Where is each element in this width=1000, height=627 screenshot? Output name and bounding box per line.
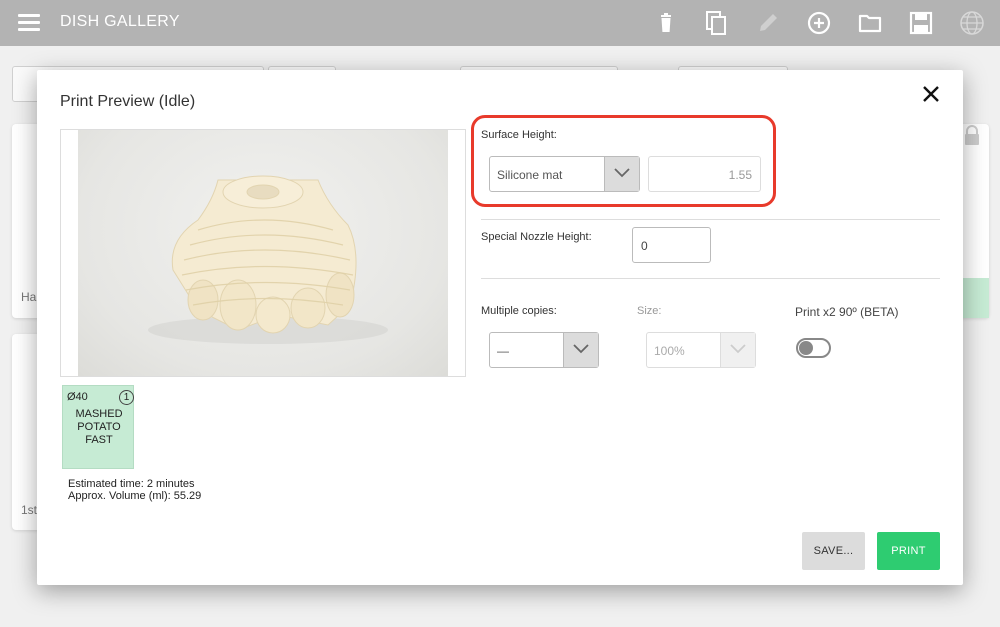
special-nozzle-value: 0 xyxy=(641,239,648,253)
multiple-copies-select[interactable]: — xyxy=(489,332,599,368)
print-x2-toggle[interactable] xyxy=(796,338,831,358)
special-nozzle-field[interactable]: 0 xyxy=(632,227,711,263)
add-circle-icon[interactable] xyxy=(805,9,833,37)
dish-name-line: POTATO xyxy=(77,421,121,433)
dish-preview xyxy=(60,129,466,377)
close-icon[interactable] xyxy=(920,83,942,105)
divider xyxy=(481,219,940,220)
estimated-time: Estimated time: 2 minutes xyxy=(68,478,195,490)
app-title: DISH GALLERY xyxy=(60,13,180,30)
background-card-text: 1st xyxy=(21,503,38,517)
print-button[interactable]: PRINT xyxy=(877,532,940,570)
size-select: 100% xyxy=(646,332,756,368)
size-selected: 100% xyxy=(654,344,685,358)
print-info: Estimated time: 2 minutes Approx. Volume… xyxy=(68,478,201,502)
toggle-knob xyxy=(799,341,813,355)
dish-name: MASHED POTATO FAST xyxy=(63,408,135,447)
dish-name-line: MASHED xyxy=(75,408,123,420)
dish-count-badge: 1 xyxy=(119,390,134,405)
dialog-title: Print Preview (Idle) xyxy=(60,93,196,110)
highlight-annotation xyxy=(471,115,776,207)
folder-icon[interactable] xyxy=(856,9,884,37)
dish-photo xyxy=(78,130,448,376)
background-card-text: Ha xyxy=(21,290,37,304)
print-preview-dialog: Print Preview (Idle) Ø40 1 MASHED POTATO… xyxy=(37,70,963,585)
multiple-copies-selected: — xyxy=(497,344,509,358)
chevron-down-icon xyxy=(563,333,598,367)
divider xyxy=(481,278,940,279)
trash-icon[interactable] xyxy=(652,9,680,37)
pencil-icon[interactable] xyxy=(754,9,782,37)
globe-icon[interactable] xyxy=(958,9,986,37)
multiple-copies-label: Multiple copies: xyxy=(481,305,557,317)
app-bar: DISH GALLERY xyxy=(0,0,1000,46)
size-label: Size: xyxy=(637,305,662,317)
save-icon[interactable] xyxy=(907,9,935,37)
copy-icon[interactable] xyxy=(702,9,730,37)
dish-size: Ø40 xyxy=(67,391,88,403)
lock-icon xyxy=(962,124,982,146)
menu-icon[interactable] xyxy=(18,14,40,32)
approx-volume: Approx. Volume (ml): 55.29 xyxy=(68,490,202,502)
special-nozzle-label: Special Nozzle Height: xyxy=(481,231,592,243)
chevron-down-icon xyxy=(720,333,755,367)
print-x2-label: Print x2 90º (BETA) xyxy=(795,305,899,319)
save-button[interactable]: SAVE... xyxy=(802,532,865,570)
dish-tile[interactable]: Ø40 1 MASHED POTATO FAST xyxy=(62,385,134,469)
dish-name-line: FAST xyxy=(85,434,113,446)
